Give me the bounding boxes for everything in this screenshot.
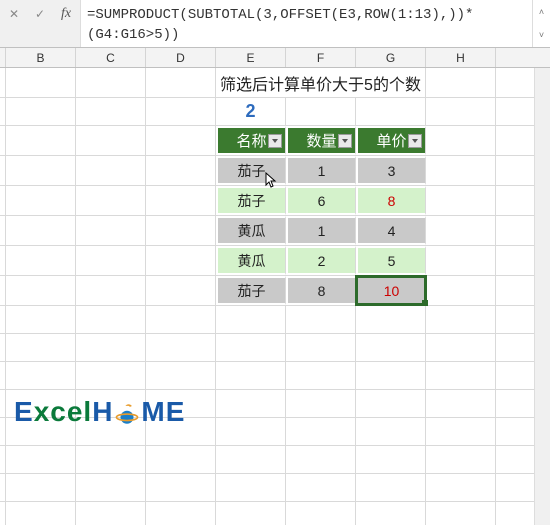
col-head-H[interactable]: H (426, 48, 496, 67)
col-head-D[interactable]: D (146, 48, 216, 67)
excelhome-logo: ExcelH ME (14, 396, 185, 428)
result-cell[interactable]: 2 (216, 98, 286, 125)
chevron-down-icon: ˅ (539, 30, 544, 40)
confirm-icon[interactable]: ✓ (28, 4, 52, 24)
logo-h: H (92, 396, 113, 427)
filter-button-price[interactable] (408, 134, 422, 148)
formula-bar-buttons: ✕ ✓ fx (0, 0, 80, 47)
table-header-row: 名称 数量 单价 (0, 126, 550, 156)
col-head-B[interactable]: B (6, 48, 76, 67)
empty-row (0, 334, 550, 362)
formula-bar: ✕ ✓ fx =SUMPRODUCT(SUBTOTAL(3,OFFSET(E3,… (0, 0, 550, 48)
cell-price[interactable]: 10 (356, 276, 426, 305)
formula-input[interactable]: =SUMPRODUCT(SUBTOTAL(3,OFFSET(E3,ROW(1:1… (80, 0, 532, 47)
cell-price[interactable]: 8 (356, 186, 426, 215)
cell-price[interactable]: 5 (356, 246, 426, 275)
cancel-icon[interactable]: ✕ (2, 4, 26, 24)
formula-expand-button[interactable]: ˄ ˅ (532, 0, 550, 47)
col-head-G[interactable]: G (356, 48, 426, 67)
table-row: 茄子810 (0, 276, 550, 306)
vertical-scrollbar[interactable] (534, 68, 550, 525)
cell-qty[interactable]: 2 (286, 246, 356, 275)
logo-planet-icon (114, 401, 140, 427)
empty-row (0, 474, 550, 502)
chevron-up-icon: ˄ (539, 7, 544, 17)
cell-qty[interactable]: 8 (286, 276, 356, 305)
header-qty[interactable]: 数量 (286, 126, 356, 155)
table-title: 筛选后计算单价大于5的个数 (216, 68, 426, 97)
cell-qty[interactable]: 6 (286, 186, 356, 215)
table-row: 茄子68 (0, 186, 550, 216)
cell-price[interactable]: 3 (356, 156, 426, 185)
header-name-label: 名称 (236, 130, 266, 151)
filter-button-qty[interactable] (338, 134, 352, 148)
cell-name[interactable]: 茄子 (216, 186, 286, 215)
spreadsheet-grid[interactable]: B C D E F G H 筛选后计算单价大于5的个数 2 名称 (0, 48, 550, 525)
empty-row (0, 446, 550, 474)
header-qty-label: 数量 (306, 130, 336, 151)
header-price-label: 单价 (376, 130, 406, 151)
cell-price[interactable]: 4 (356, 216, 426, 245)
title-row: 筛选后计算单价大于5的个数 (0, 68, 550, 98)
col-head-C[interactable]: C (76, 48, 146, 67)
table-row: 黄瓜25 (0, 246, 550, 276)
logo-me: ME (141, 396, 185, 427)
empty-row (0, 502, 550, 525)
cell-qty[interactable]: 1 (286, 156, 356, 185)
table-row: 黄瓜14 (0, 216, 550, 246)
col-head-E[interactable]: E (216, 48, 286, 67)
logo-e: E (14, 396, 34, 427)
empty-row (0, 362, 550, 390)
logo-xcel: xcel (34, 396, 93, 427)
result-row: 2 (0, 98, 550, 126)
column-headers: B C D E F G H (0, 48, 550, 68)
grid-rows: 筛选后计算单价大于5的个数 2 名称 数量 单价 (0, 68, 550, 525)
cell-qty[interactable]: 1 (286, 216, 356, 245)
empty-row (0, 306, 550, 334)
col-head-F[interactable]: F (286, 48, 356, 67)
cell-name[interactable]: 茄子 (216, 276, 286, 305)
filter-button-name[interactable] (268, 134, 282, 148)
table-row: 茄子13 (0, 156, 550, 186)
header-name[interactable]: 名称 (216, 126, 286, 155)
cell-name[interactable]: 茄子 (216, 156, 286, 185)
fx-icon[interactable]: fx (54, 4, 78, 24)
header-price[interactable]: 单价 (356, 126, 426, 155)
cell-name[interactable]: 黄瓜 (216, 246, 286, 275)
cell-name[interactable]: 黄瓜 (216, 216, 286, 245)
